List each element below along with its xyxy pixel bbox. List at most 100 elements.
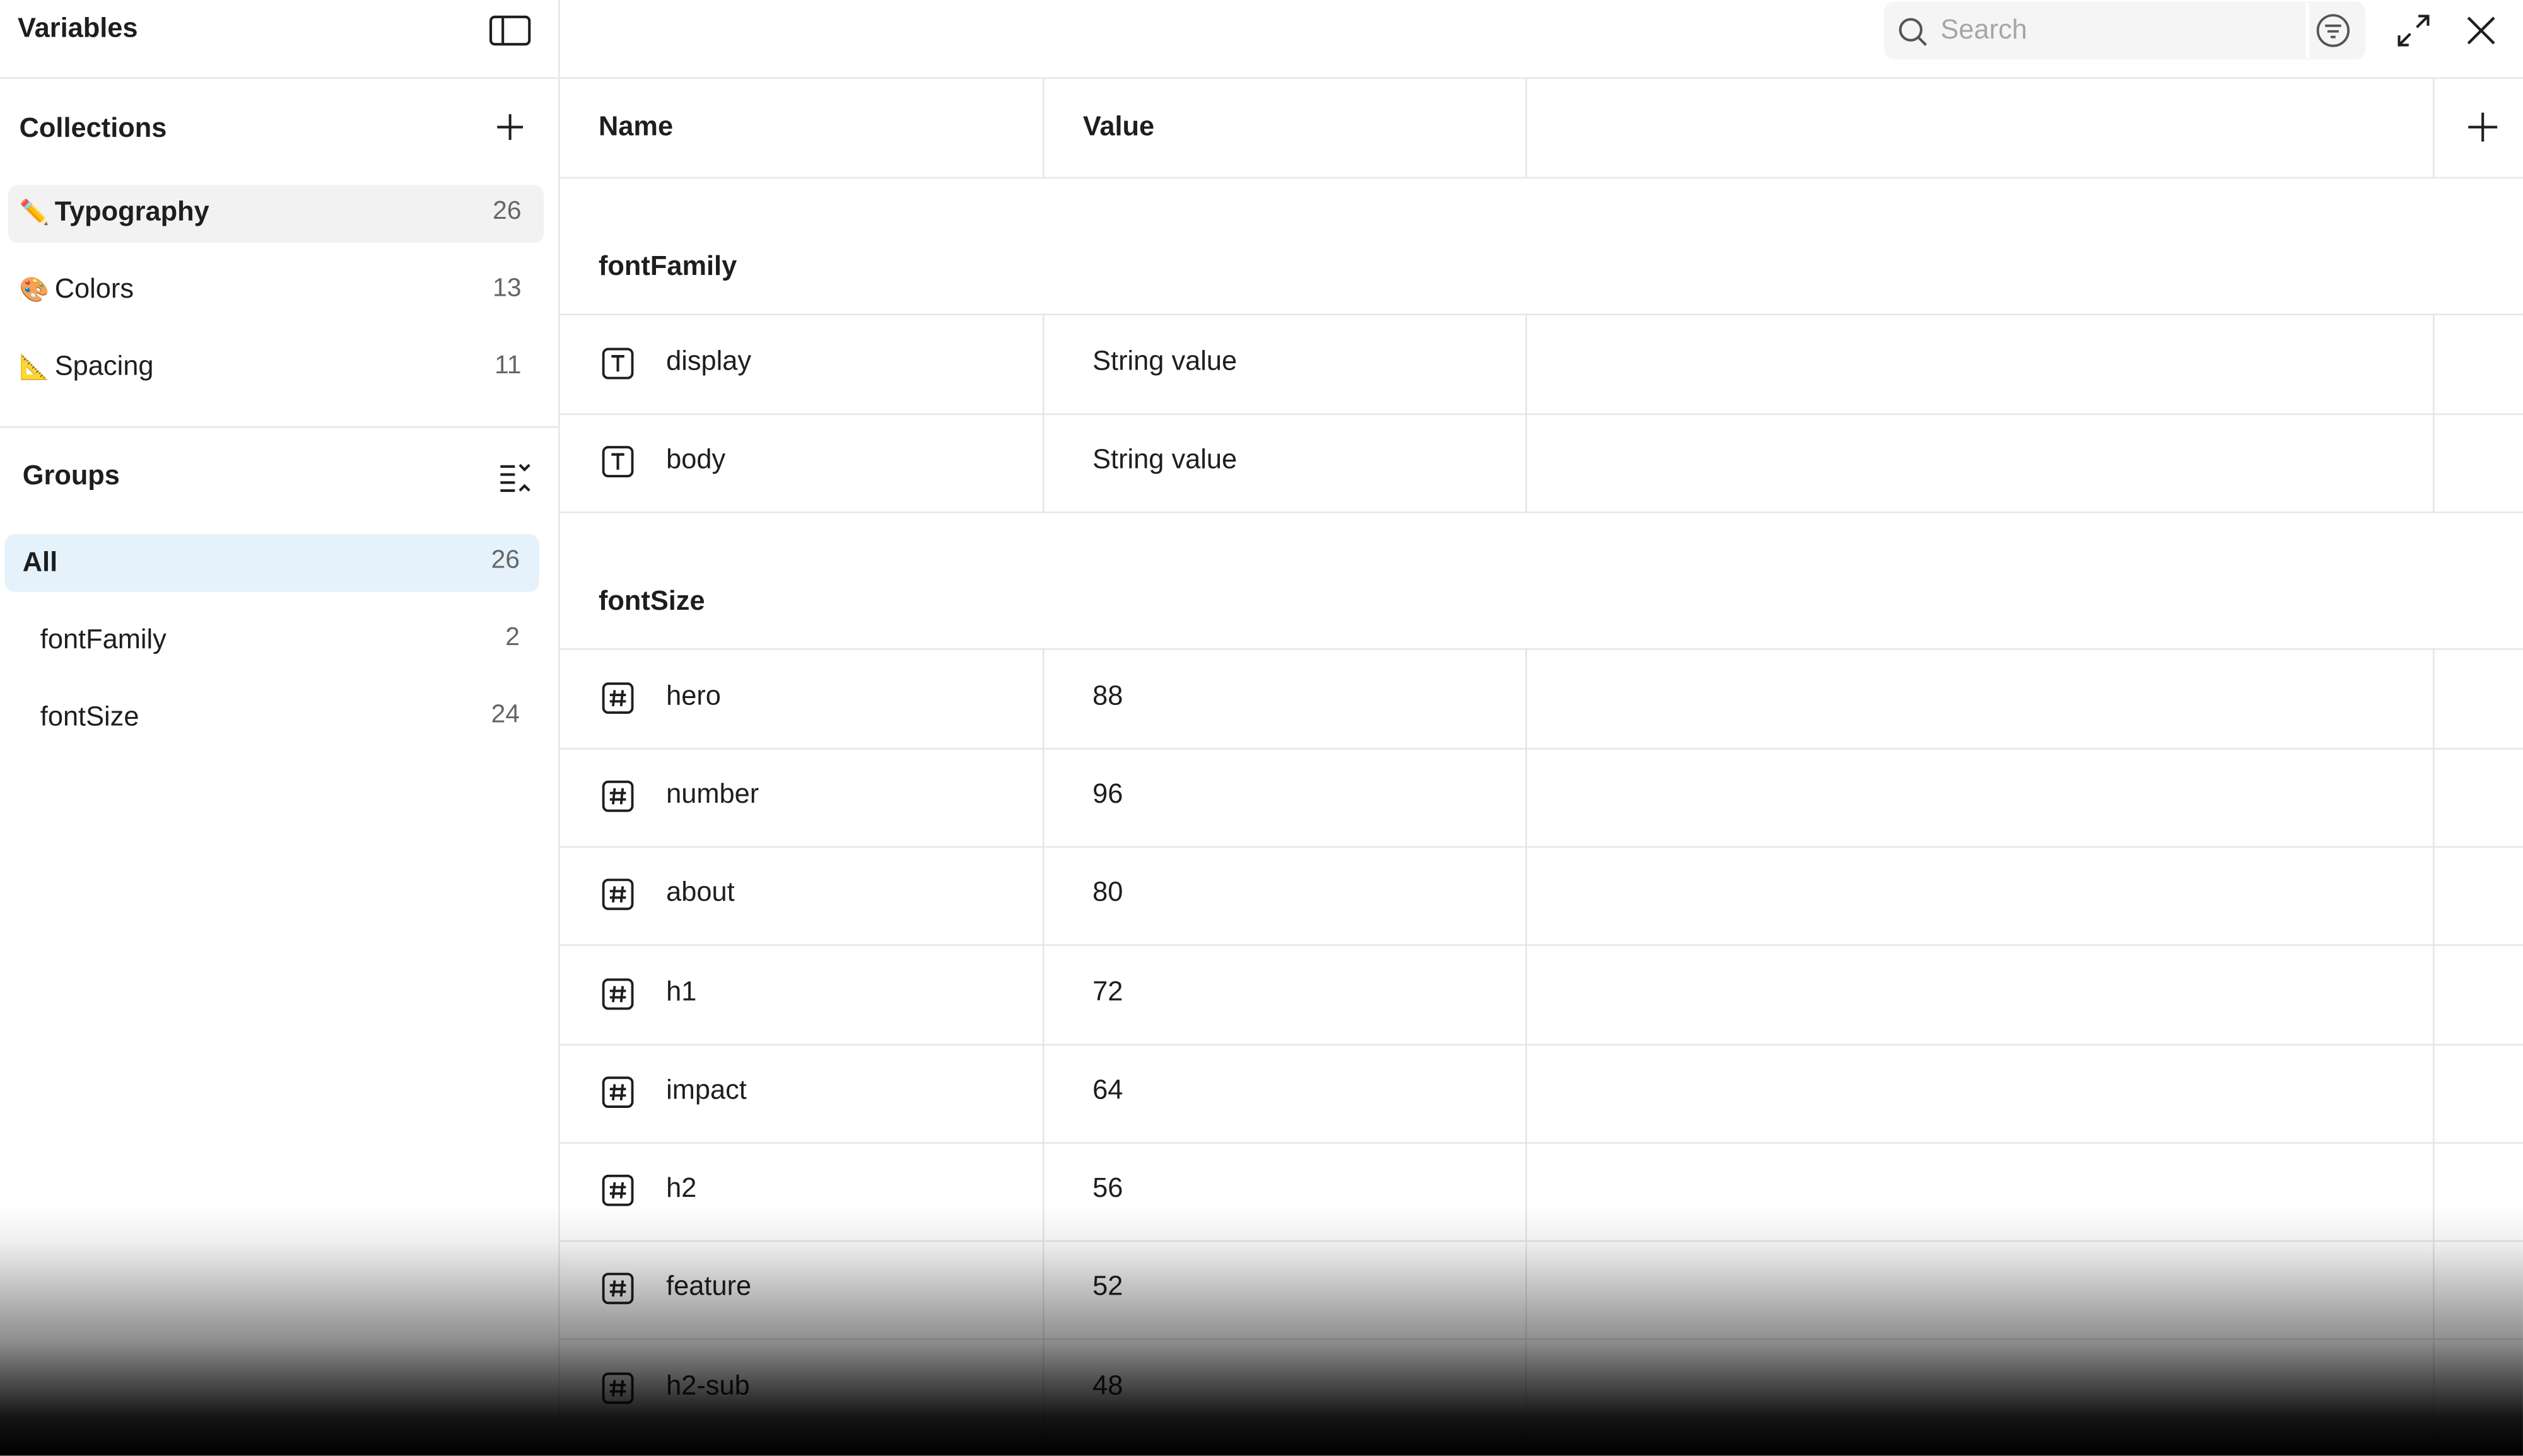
collection-item-colors[interactable]: 🎨 Colors 13 bbox=[8, 262, 544, 320]
variable-name[interactable]: hero bbox=[666, 680, 721, 712]
collections-header: Collections bbox=[0, 90, 558, 167]
column-divider bbox=[1043, 945, 1045, 1044]
column-divider bbox=[1043, 315, 1045, 414]
group-count: 24 bbox=[491, 701, 520, 729]
column-divider bbox=[1043, 78, 1045, 177]
collection-name: Colors bbox=[54, 273, 134, 305]
close-icon[interactable] bbox=[2464, 13, 2499, 48]
column-divider bbox=[1043, 649, 1045, 748]
column-header-value[interactable]: Value bbox=[1083, 111, 1154, 143]
variable-name[interactable]: about bbox=[666, 877, 735, 909]
group-header: fontFamily bbox=[559, 178, 2523, 315]
variable-value[interactable]: 64 bbox=[1092, 1075, 1123, 1107]
group-count: 26 bbox=[491, 547, 520, 574]
variable-value[interactable]: String value bbox=[1092, 346, 1237, 378]
column-divider bbox=[1525, 1044, 1527, 1142]
variable-name[interactable]: body bbox=[666, 445, 725, 477]
add-collection-button[interactable] bbox=[493, 109, 528, 144]
column-divider bbox=[2433, 649, 2435, 748]
number-type-icon bbox=[602, 878, 634, 911]
collection-item-spacing[interactable]: 📐 Spacing 11 bbox=[8, 339, 544, 397]
variables-table: Name Value fontFamily display String value… bbox=[559, 78, 2523, 1456]
variable-name[interactable]: number bbox=[666, 778, 759, 810]
filter-icon[interactable] bbox=[2315, 13, 2351, 48]
column-divider bbox=[1525, 649, 1527, 748]
table-row[interactable]: hero 88 bbox=[559, 649, 2523, 749]
group-title: fontFamily bbox=[598, 250, 737, 282]
column-divider bbox=[1043, 1240, 1045, 1339]
search-icon bbox=[1897, 16, 1929, 49]
group-name: All bbox=[22, 547, 58, 578]
column-divider bbox=[1043, 747, 1045, 846]
number-type-icon bbox=[602, 780, 634, 812]
add-column-button[interactable] bbox=[2465, 109, 2500, 144]
variable-value[interactable]: 56 bbox=[1092, 1173, 1123, 1205]
variable-value[interactable]: 72 bbox=[1092, 976, 1123, 1008]
collection-item-typography[interactable]: ✏️ Typography 26 bbox=[8, 185, 544, 243]
column-divider bbox=[2433, 315, 2435, 414]
group-name: fontFamily bbox=[40, 624, 167, 655]
variable-value[interactable]: 52 bbox=[1092, 1271, 1123, 1303]
group-count: 2 bbox=[505, 624, 520, 652]
text-type-icon bbox=[602, 347, 634, 380]
number-type-icon bbox=[602, 1273, 634, 1305]
collection-name: Typography bbox=[54, 196, 209, 227]
variable-value[interactable]: 80 bbox=[1092, 877, 1123, 909]
text-type-icon bbox=[602, 446, 634, 478]
table-row[interactable]: display String value bbox=[559, 315, 2523, 416]
table-row[interactable]: number 96 bbox=[559, 747, 2523, 848]
group-name: fontSize bbox=[40, 701, 139, 732]
pencil-icon: ✏️ bbox=[19, 199, 50, 227]
table-header-row: Name Value bbox=[559, 78, 2523, 179]
variable-value[interactable]: 88 bbox=[1092, 680, 1123, 712]
table-row[interactable]: impact 64 bbox=[559, 1044, 2523, 1144]
group-header: fontSize bbox=[559, 513, 2523, 649]
variable-name[interactable]: impact bbox=[666, 1075, 747, 1107]
column-header-name[interactable]: Name bbox=[599, 111, 673, 143]
ruler-icon: 📐 bbox=[19, 354, 50, 381]
variable-name[interactable]: h2-sub bbox=[666, 1370, 750, 1402]
collapse-groups-icon[interactable] bbox=[497, 458, 532, 494]
variable-value[interactable]: String value bbox=[1092, 445, 1237, 477]
search-input[interactable] bbox=[1940, 4, 2295, 57]
column-divider bbox=[1043, 1339, 1045, 1438]
group-item-fontfamily[interactable]: fontFamily 2 bbox=[5, 611, 539, 669]
table-row[interactable]: body String value bbox=[559, 414, 2523, 514]
variable-name[interactable]: h2 bbox=[666, 1173, 696, 1205]
number-type-icon bbox=[602, 977, 634, 1010]
column-divider bbox=[2433, 1044, 2435, 1142]
number-type-icon bbox=[602, 682, 634, 714]
variable-name[interactable]: display bbox=[666, 346, 751, 378]
group-item-all[interactable]: All 26 bbox=[4, 533, 539, 592]
variable-name[interactable]: h1 bbox=[666, 976, 696, 1008]
collection-count: 26 bbox=[493, 197, 522, 226]
table-row[interactable]: h1 72 bbox=[559, 945, 2523, 1045]
table-row[interactable]: h2 56 bbox=[559, 1142, 2523, 1242]
number-type-icon bbox=[602, 1174, 634, 1206]
sidebar-toggle-icon[interactable] bbox=[489, 15, 531, 47]
palette-icon: 🎨 bbox=[19, 276, 50, 305]
sidebar-header: Variables bbox=[0, 0, 559, 79]
collection-count: 13 bbox=[493, 275, 522, 303]
column-divider bbox=[2433, 1240, 2435, 1339]
expand-icon[interactable] bbox=[2396, 13, 2431, 48]
column-divider bbox=[1525, 747, 1527, 846]
column-divider bbox=[1043, 1142, 1045, 1241]
column-divider bbox=[2433, 846, 2435, 945]
sidebar-divider bbox=[0, 426, 559, 428]
groups-header: Groups bbox=[0, 438, 558, 515]
table-row[interactable]: feature 52 bbox=[559, 1240, 2523, 1341]
column-divider bbox=[2433, 747, 2435, 846]
search-box bbox=[1884, 1, 2365, 60]
group-item-fontsize[interactable]: fontSize 24 bbox=[5, 689, 539, 747]
variable-value[interactable]: 48 bbox=[1092, 1370, 1123, 1402]
group-title: fontSize bbox=[598, 585, 705, 615]
column-divider bbox=[2433, 1339, 2435, 1438]
column-divider bbox=[2433, 1142, 2435, 1241]
column-divider bbox=[1043, 846, 1045, 945]
table-row[interactable]: about 80 bbox=[559, 846, 2523, 946]
variable-name[interactable]: feature bbox=[666, 1271, 751, 1303]
table-row[interactable]: h2-sub 48 bbox=[559, 1339, 2523, 1440]
top-toolbar bbox=[559, 0, 2523, 79]
variable-value[interactable]: 96 bbox=[1092, 778, 1123, 810]
